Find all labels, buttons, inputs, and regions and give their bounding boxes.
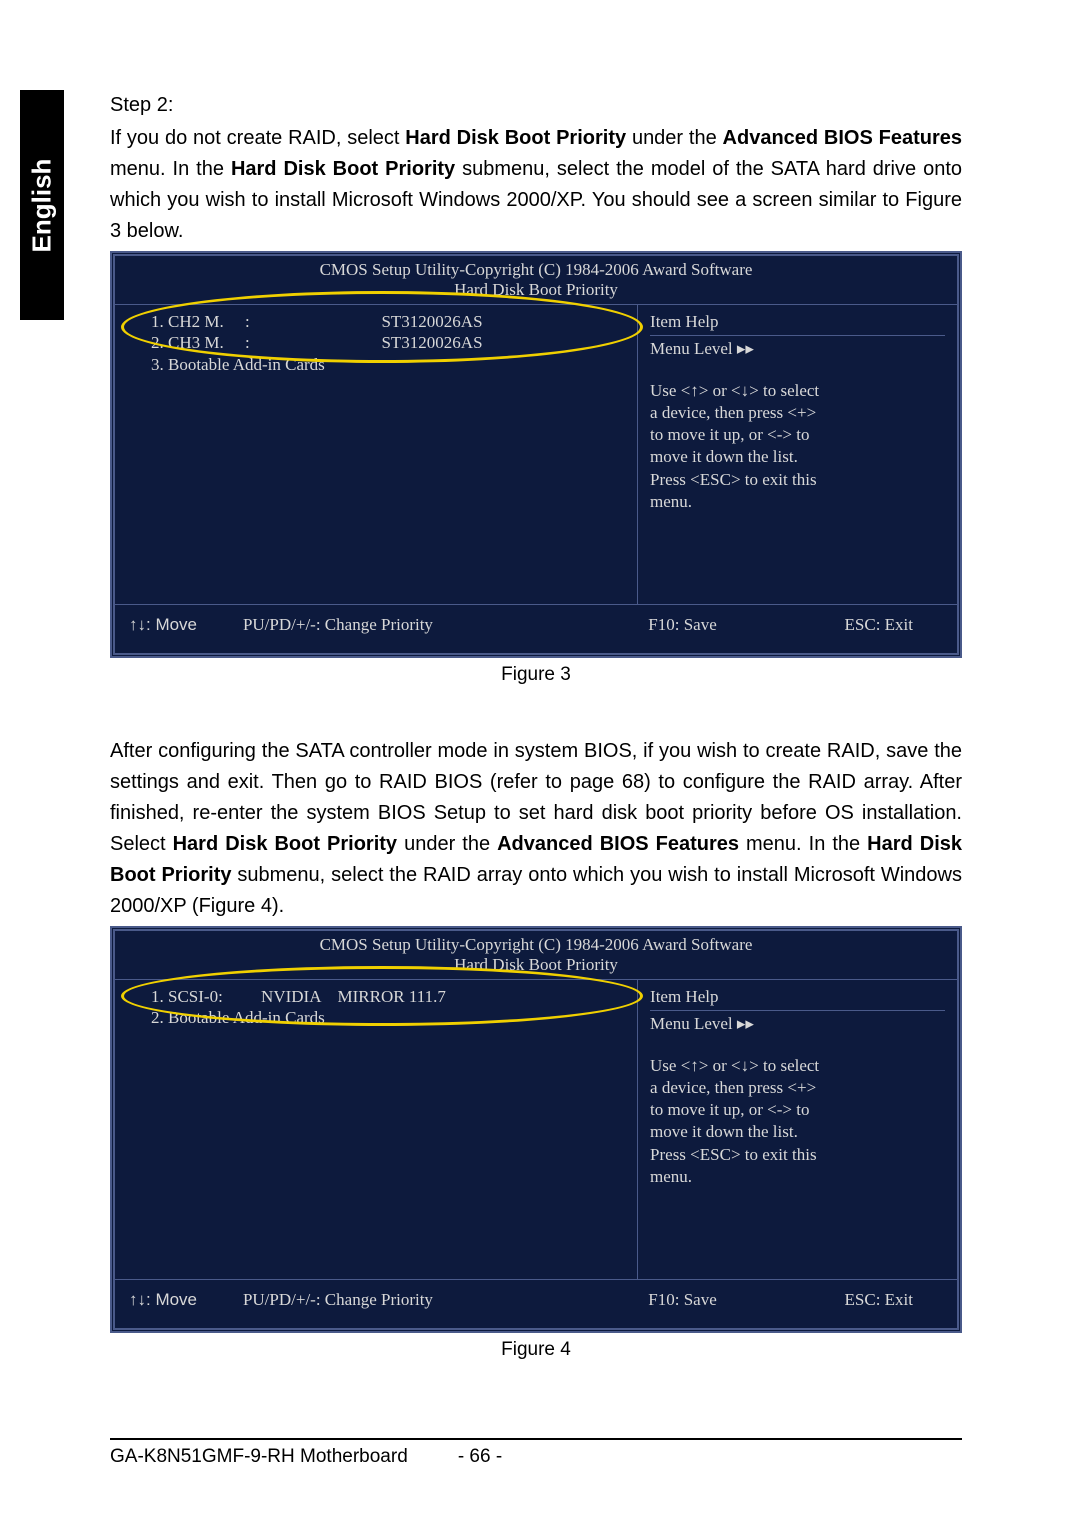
bios-footer-move: ↑↓: Move	[129, 615, 243, 635]
bios-menu-level-4: Menu Level ▸▸	[650, 1013, 945, 1055]
figure-3-caption: Figure 3	[110, 664, 962, 686]
bios-list-row-1: 1. CH2 M. : ST3120026AS	[151, 311, 627, 332]
paragraph-2: After configuring the SATA controller mo…	[110, 736, 962, 922]
bios-list-row-2: 2. CH3 M. : ST3120026AS	[151, 332, 627, 353]
bios-list-row-1b: 1. SCSI-0: NVIDIA MIRROR 111.7	[151, 986, 627, 1007]
bios-help-panel: Item Help Menu Level ▸▸ Use <↑> or <↓> t…	[637, 305, 957, 604]
page-footer: GA-K8N51GMF-9-RH Motherboard - 66 -	[110, 1446, 962, 1468]
bios-list-row-3: 3. Bootable Add-in Cards	[151, 354, 627, 375]
p2-bold-2: Advanced BIOS Features	[497, 833, 739, 855]
bios-help-title-4: Item Help	[650, 986, 945, 1011]
p2-bold-1: Hard Disk Boot Priority	[173, 833, 397, 855]
bios-footer-exit-4: ESC: Exit	[780, 1290, 943, 1310]
bios-screenshot-fig3: CMOS Setup Utility-Copyright (C) 1984-20…	[110, 251, 962, 658]
bios-help-text-4: Use <↑> or <↓> to select a device, then …	[650, 1055, 830, 1188]
bios-footer-4: ↑↓: Move PU/PD/+/-: Change Priority F10:…	[115, 1279, 957, 1328]
p1-text-b: under the	[626, 127, 722, 149]
bios-device-list-4: 1. SCSI-0: NVIDIA MIRROR 111.7 2. Bootab…	[115, 980, 637, 1279]
bios-footer-exit: ESC: Exit	[780, 615, 943, 635]
bios-menu-level: Menu Level ▸▸	[650, 338, 945, 380]
p2-text-d: submenu, select the RAID array onto whic…	[110, 864, 962, 917]
bios-screenshot-fig4: CMOS Setup Utility-Copyright (C) 1984-20…	[110, 926, 962, 1333]
bios-subtitle: Hard Disk Boot Priority	[115, 280, 957, 304]
p2-text-c: menu. In the	[739, 833, 867, 855]
step-label: Step 2:	[110, 90, 962, 121]
bios-body-4: 1. SCSI-0: NVIDIA MIRROR 111.7 2. Bootab…	[115, 979, 957, 1279]
bios-body: 1. CH2 M. : ST3120026AS 2. CH3 M. : ST31…	[115, 304, 957, 604]
p1-text-a: If you do not create RAID, select	[110, 127, 405, 149]
p1-bold-1: Hard Disk Boot Priority	[405, 127, 626, 149]
bios-device-list: 1. CH2 M. : ST3120026AS 2. CH3 M. : ST31…	[115, 305, 637, 604]
p1-text-c: menu. In the	[110, 158, 231, 180]
bios-subtitle-4: Hard Disk Boot Priority	[115, 955, 957, 979]
bios-footer-move-4: ↑↓: Move	[129, 1290, 243, 1310]
bios-footer-change: PU/PD/+/-: Change Priority	[243, 615, 585, 635]
page-content: Step 2: If you do not create RAID, selec…	[110, 90, 962, 1361]
bios-list-row-2b: 2. Bootable Add-in Cards	[151, 1007, 627, 1028]
footer-model: GA-K8N51GMF-9-RH Motherboard	[110, 1446, 450, 1468]
p1-bold-2: Advanced BIOS Features	[723, 127, 962, 149]
p2-text-b: under the	[397, 833, 497, 855]
bios-help-panel-4: Item Help Menu Level ▸▸ Use <↑> or <↓> t…	[637, 980, 957, 1279]
bios-help-text: Use <↑> or <↓> to select a device, then …	[650, 380, 830, 513]
paragraph-1: If you do not create RAID, select Hard D…	[110, 123, 962, 247]
figure-4-caption: Figure 4	[110, 1339, 962, 1361]
bios-footer-save: F10: Save	[585, 615, 780, 635]
language-label: English	[27, 158, 58, 252]
bios-title-4: CMOS Setup Utility-Copyright (C) 1984-20…	[115, 931, 957, 955]
bios-footer: ↑↓: Move PU/PD/+/-: Change Priority F10:…	[115, 604, 957, 653]
footer-page-number: - 66 -	[450, 1446, 510, 1468]
bios-title: CMOS Setup Utility-Copyright (C) 1984-20…	[115, 256, 957, 280]
p1-bold-3: Hard Disk Boot Priority	[231, 158, 455, 180]
footer-divider	[110, 1438, 962, 1440]
bios-footer-change-4: PU/PD/+/-: Change Priority	[243, 1290, 585, 1310]
language-tab: English	[20, 90, 64, 320]
bios-help-title: Item Help	[650, 311, 945, 336]
bios-footer-save-4: F10: Save	[585, 1290, 780, 1310]
